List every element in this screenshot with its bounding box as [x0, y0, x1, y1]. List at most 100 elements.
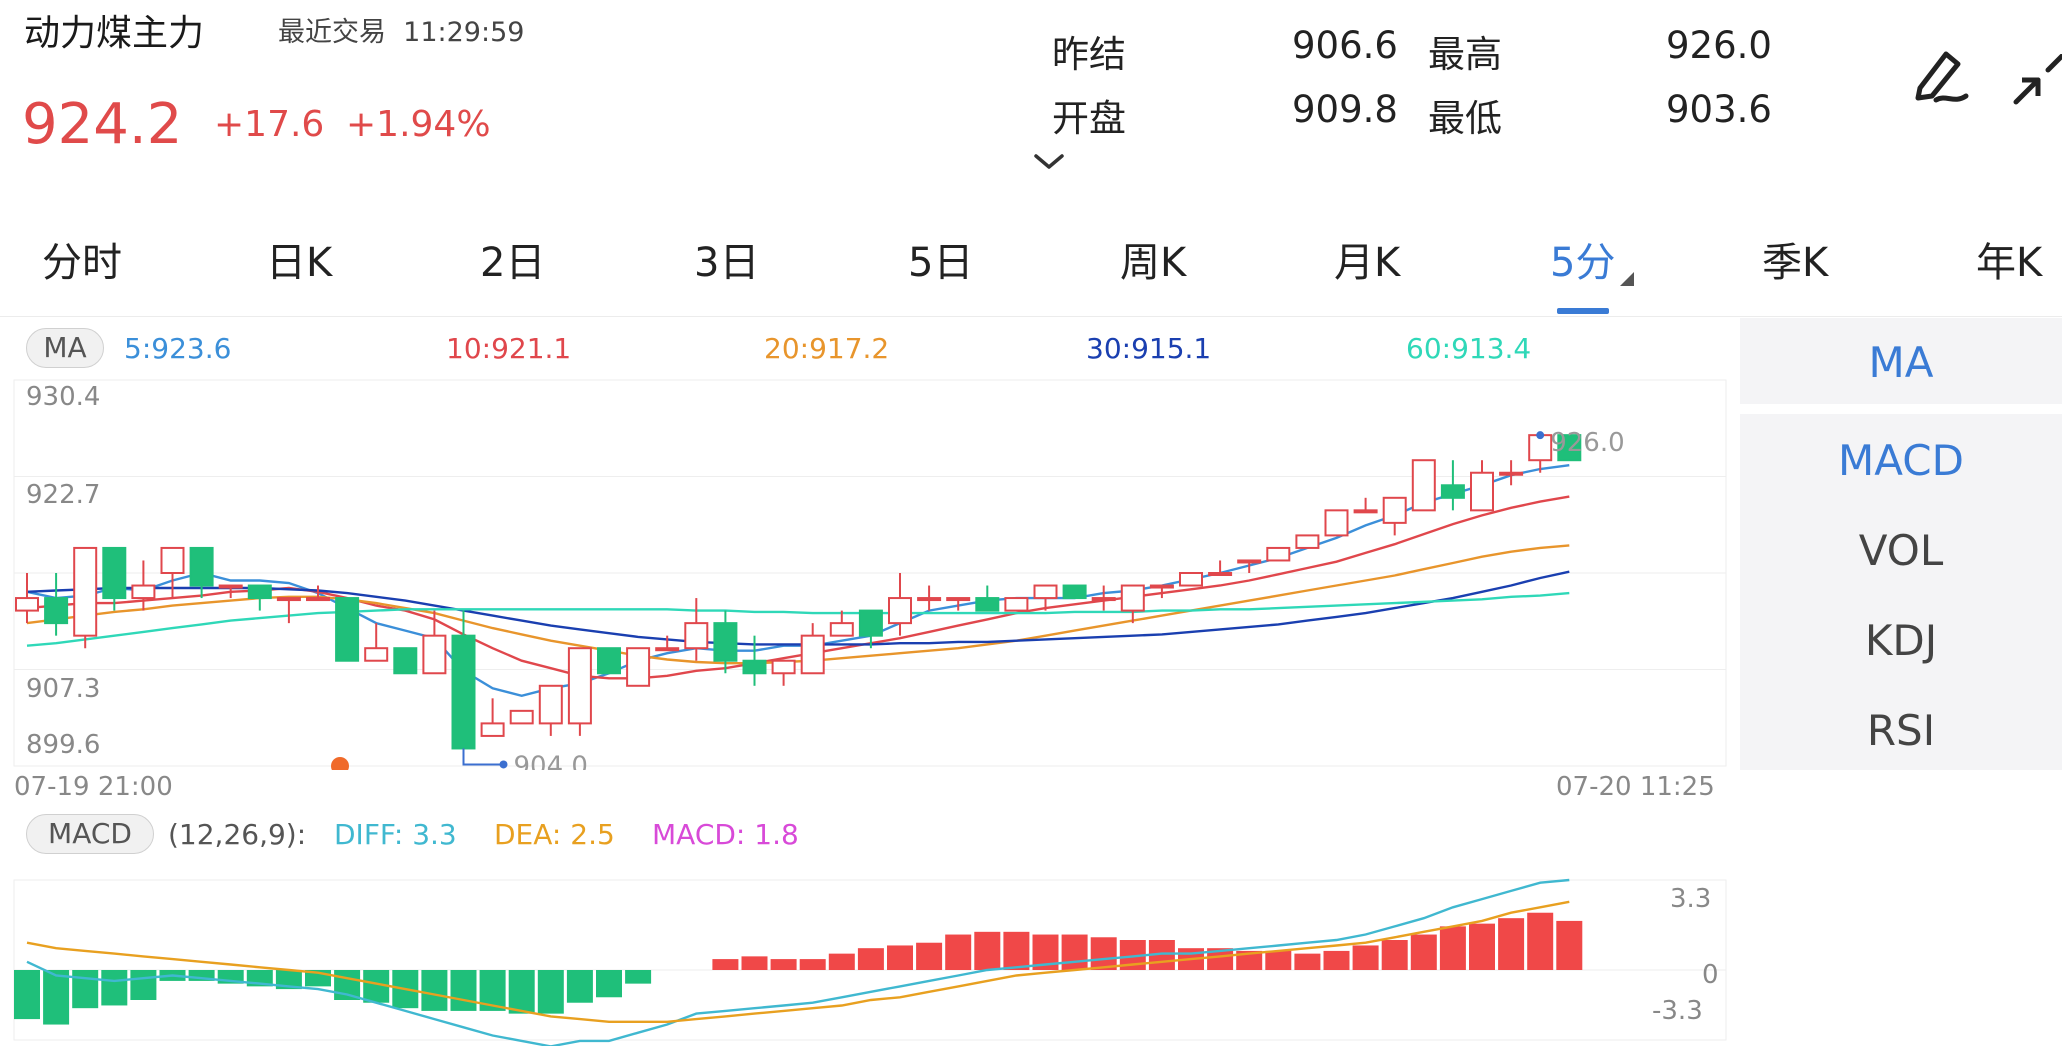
candle-body: [393, 647, 418, 675]
candle-body: [160, 546, 185, 574]
candle-body: [15, 597, 39, 612]
draw-icon[interactable]: [1906, 44, 1972, 110]
collapse-icon[interactable]: [2008, 54, 2062, 110]
candle-body: [451, 634, 476, 750]
candle-body: [713, 622, 738, 662]
candle-body: [1179, 572, 1203, 587]
side-item-rsi[interactable]: RSI: [1740, 706, 2062, 755]
candle-body: [800, 634, 825, 675]
dropdown-corner-icon[interactable]: [1620, 272, 1634, 286]
tab-5min[interactable]: 5分: [1550, 230, 1615, 288]
side-item-kdj[interactable]: KDJ: [1740, 616, 2062, 665]
candle-body: [1382, 496, 1407, 524]
macd-legend-pill[interactable]: MACD: [26, 814, 154, 854]
macd-bar: [1469, 923, 1495, 970]
tab-yearly-k[interactable]: 年K: [1976, 230, 2042, 288]
macd-tick-zero: 0: [1702, 960, 1719, 990]
candle-body: [480, 722, 505, 737]
macd-bar: [596, 970, 622, 998]
tab-monthly-k[interactable]: 月K: [1334, 230, 1400, 288]
macd-diff-value: DIFF: 3.3: [334, 818, 457, 851]
candle-body: [306, 597, 330, 602]
macd-dea-value: DEA: 2.5: [494, 818, 615, 851]
low-label: 最低: [1428, 97, 1502, 140]
candle-body: [102, 546, 127, 600]
candle-body: [276, 597, 301, 602]
candle-body: [1353, 509, 1378, 514]
macd-bar: [828, 953, 855, 970]
macd-tick-top: 3.3: [1670, 884, 1712, 914]
min-price-label: 904.0: [514, 751, 588, 770]
candle-body: [567, 647, 592, 725]
macd-bar: [1556, 920, 1583, 970]
macd-bar: [974, 931, 1001, 970]
macd-bar: [1003, 931, 1030, 970]
side-item-ma[interactable]: MA: [1740, 338, 2062, 387]
candle-body: [73, 546, 98, 637]
time-end: 07-20 11:25: [1556, 772, 1715, 802]
candle-body: [1266, 546, 1291, 562]
ma60-line: [26, 591, 1570, 647]
macd-bar: [421, 970, 448, 1011]
side-item-vol[interactable]: VOL: [1740, 526, 2062, 575]
min-leader: [462, 748, 504, 766]
side-item-macd[interactable]: MACD: [1740, 436, 2062, 485]
tab-weekly-k[interactable]: 周K: [1120, 230, 1186, 288]
candle-body: [917, 597, 942, 602]
ma30-line: [26, 570, 1570, 646]
contract-title: 动力煤主力: [24, 13, 205, 54]
macd-bar: [625, 970, 652, 984]
candle-body: [655, 647, 680, 652]
candle-body: [364, 647, 389, 662]
ma60-value: 60:913.4: [1406, 332, 1532, 365]
macd-bar: [566, 970, 593, 1003]
macd-bar: [1352, 945, 1379, 970]
macd-bar: [799, 959, 826, 970]
tab-3day[interactable]: 3日: [694, 230, 759, 288]
candle-body: [1440, 484, 1465, 499]
macd-bar: [450, 970, 477, 1011]
expand-chevron-icon[interactable]: [1032, 150, 1066, 174]
candle-body: [1411, 459, 1436, 512]
macd-bar: [741, 956, 768, 970]
candle-body: [1091, 597, 1116, 602]
open-value: 909.8: [1292, 88, 1398, 131]
tab-daily-k[interactable]: 日K: [266, 230, 332, 288]
price-tick-2: 922.7: [26, 480, 101, 510]
candle-body: [742, 659, 767, 675]
min-marker: [499, 760, 508, 769]
low-value: 903.6: [1666, 88, 1772, 131]
macd-bar: [508, 970, 535, 1014]
ma10-value: 10:921.1: [446, 332, 572, 365]
price-change: +17.6: [214, 104, 325, 145]
tab-divider: [0, 316, 2062, 317]
kline-chart[interactable]: 926.0 904.0: [0, 370, 1740, 770]
tab-quarterly-k[interactable]: 季K: [1762, 230, 1828, 288]
active-tab-indicator: [1557, 308, 1609, 314]
candle-body: [44, 597, 69, 625]
candle-body: [684, 622, 709, 650]
macd-bar: [1061, 934, 1088, 970]
max-price-label: 926.0: [1550, 428, 1624, 458]
macd-bar: [770, 959, 797, 970]
ma-legend-pill[interactable]: MA: [26, 328, 104, 368]
candle-body: [1470, 471, 1494, 512]
macd-chart[interactable]: [0, 870, 1740, 1046]
tab-intraday[interactable]: 分时: [42, 230, 122, 288]
candle-body: [1208, 572, 1233, 576]
prev-settle-value: 906.6: [1292, 24, 1398, 67]
candle-body: [1149, 584, 1174, 589]
candle-body: [829, 622, 854, 637]
tab-2day[interactable]: 2日: [480, 230, 545, 288]
macd-bar: [712, 959, 739, 970]
macd-bar: [1381, 940, 1408, 970]
candle-body: [1033, 584, 1058, 600]
candle-body: [1295, 534, 1320, 549]
recent-trade-time: 最近交易 11:29:59: [278, 17, 525, 48]
price-tick-bottom: 899.6: [26, 730, 101, 760]
macd-bar: [1527, 912, 1554, 970]
macd-bar: [1498, 918, 1525, 970]
macd-bar: [1439, 926, 1466, 970]
candle-body: [771, 659, 796, 675]
tab-5day[interactable]: 5日: [908, 230, 973, 288]
